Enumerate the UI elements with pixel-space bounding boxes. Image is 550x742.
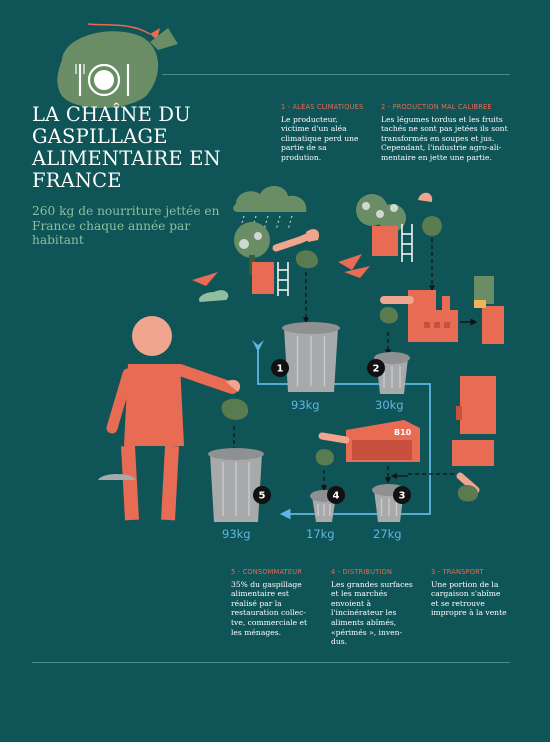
bottom-divider [32,662,510,663]
trash-bin-2: 2 [367,352,410,394]
bin-number: 2 [373,364,380,375]
blue-arrow-tip-icon [252,340,264,352]
step-4-heading: 4 - DISTRIBUTION [331,568,393,576]
bins-layer: 1 2 3 4 5 [208,322,411,522]
step-5-text: 35% du gaspillage alimentaire est réalis… [231,579,308,637]
step-5-heading: 5 - CONSOMMATEUR [231,568,303,576]
truck-label: B10 [394,428,412,437]
step-1-text: Le producteur, victime d'un aléa climati… [281,114,359,162]
orchard-illustration [356,192,442,292]
bin-lid [208,448,264,460]
trash-bin-4: 4 [310,486,345,522]
step-1-block: 1 - ALÉAS CLIMATIQUES Le producteur, vic… [281,103,383,163]
step-3-block: 3 - TRANSPORT Une portion de la cargaiso… [431,568,533,618]
page-subtitle: 260 kg de nourriture jettée en France ch… [32,204,220,248]
bin-2-weight: 30kg [375,398,404,412]
step-3-text: Une portion de la cargaison s'abîme et s… [431,579,507,618]
trash-bin-5: 5 [208,448,271,522]
step-3-heading: 3 - TRANSPORT [431,568,484,576]
bin-number: 5 [259,491,266,502]
top-divider [162,74,510,75]
bin-3-weight: 27kg [373,527,402,541]
step-4-block: 4 - DISTRIBUTION Les grandes surfaces et… [331,568,433,647]
step-2-text: Les légumes tordus et les fruits tachés … [381,114,508,162]
infographic-page: B10 1 2 3 4 5 LA CHAÎNE DU GASPILLAGE ALIMEN… [0,0,550,742]
bin-4-weight: 17kg [306,527,335,541]
step-5-block: 5 - CONSOMMATEUR 35% du gaspillage alime… [231,568,333,637]
supermarket-illustration: B10 [315,420,420,492]
step-1-heading: 1 - ALÉAS CLIMATIQUES [281,103,364,111]
trash-bin-3: 3 [372,484,411,522]
bin-number: 4 [333,491,340,502]
plate-bag-logo-icon [57,23,178,108]
bin-1-weight: 93kg [291,398,320,412]
step-2-block: 2 - PRODUCTION MAL CALIBRÉE Les légumes … [381,103,521,163]
page-title: LA CHAÎNE DU GASPILLAGE ALIMENTAIRE EN F… [32,103,221,192]
factory-illustration [379,276,504,344]
step-2-heading: 2 - PRODUCTION MAL CALIBRÉE [381,103,492,111]
bin-5-weight: 93kg [222,527,251,541]
bin-number: 3 [399,491,406,502]
step-4-text: Les grandes surfaces et les marchés envo… [331,579,413,647]
bin-number: 1 [277,364,284,375]
trash-bin-1: 1 [271,322,340,392]
bin-lid [282,322,340,334]
